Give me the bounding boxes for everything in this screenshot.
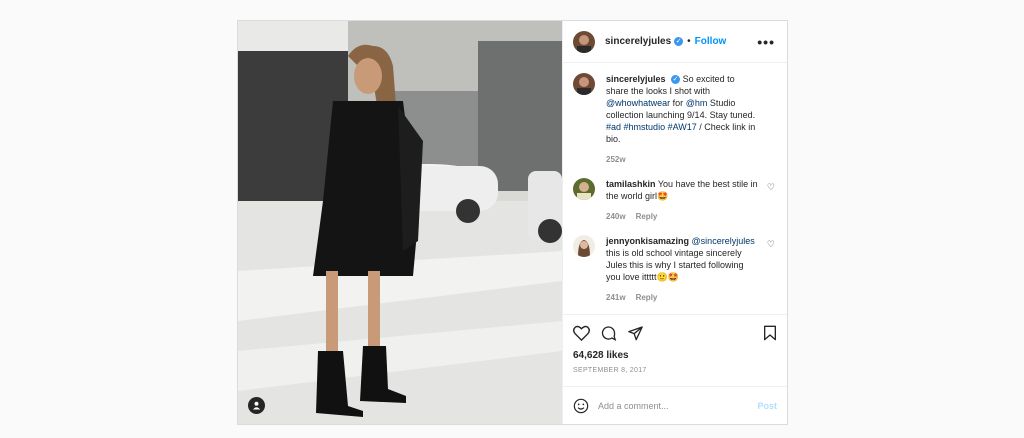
- verified-icon: ✓: [674, 37, 684, 46]
- comment-username[interactable]: jennyonkisamazing: [606, 236, 689, 246]
- comment-icon[interactable]: [600, 325, 617, 341]
- timestamp[interactable]: 240w: [606, 212, 626, 221]
- separator: •: [687, 36, 691, 47]
- post-username[interactable]: sincerelyjules: [605, 36, 671, 47]
- comment-meta: 252w: [606, 154, 758, 166]
- bookmark-icon[interactable]: [763, 325, 777, 341]
- post-comment-button[interactable]: Post: [757, 401, 777, 411]
- likes-count[interactable]: 64,628 likes: [573, 350, 777, 361]
- like-comment-heart-icon[interactable]: ♡: [767, 239, 775, 250]
- hashtag-link[interactable]: #ad: [606, 122, 621, 132]
- like-comment-heart-icon[interactable]: ♡: [767, 182, 775, 193]
- post-card: sincerelyjules ✓ • Follow ••• sincerelyj…: [237, 20, 788, 425]
- heart-icon[interactable]: [573, 325, 590, 341]
- reply-button[interactable]: Reply: [636, 293, 658, 302]
- mention-link[interactable]: @hm: [686, 98, 708, 108]
- avatar[interactable]: [573, 30, 595, 53]
- timestamp[interactable]: 241w: [606, 293, 626, 302]
- comment-meta: 240w Reply: [606, 211, 758, 223]
- comment-username[interactable]: tamilashkin: [606, 179, 656, 189]
- comment-text: tamilashkin You have the best stile in t…: [606, 178, 758, 223]
- mention-link[interactable]: @whowhatwear: [606, 98, 670, 108]
- post-side-panel: sincerelyjules ✓ • Follow ••• sincerelyj…: [562, 21, 787, 424]
- comment-text: jennyonkisamazing @sincerelyjules this i…: [606, 235, 758, 304]
- mention-link[interactable]: @sincerelyjules: [692, 236, 755, 246]
- comment-meta: 241w Reply: [606, 292, 758, 304]
- avatar[interactable]: [573, 178, 595, 200]
- reply-button[interactable]: Reply: [636, 212, 658, 221]
- avatar[interactable]: [573, 235, 595, 257]
- verified-icon: ✓: [671, 75, 681, 85]
- comment: jennyonkisamazing @sincerelyjules this i…: [573, 235, 775, 304]
- follow-button[interactable]: Follow: [695, 36, 727, 47]
- post-actions: 64,628 likes SEPTEMBER 8, 2017: [563, 314, 787, 386]
- hashtag-link[interactable]: #hmstudio: [624, 122, 666, 132]
- comments-list: sincerelyjules ✓ So excited to share the…: [563, 63, 787, 314]
- timestamp[interactable]: 252w: [606, 155, 626, 164]
- emoji-icon[interactable]: [573, 398, 589, 414]
- add-comment-bar: Add a comment... Post: [563, 386, 787, 424]
- post-date: SEPTEMBER 8, 2017: [573, 367, 647, 374]
- more-icon[interactable]: •••: [757, 34, 775, 50]
- post-photo[interactable]: [238, 21, 562, 424]
- caption-text-part: for: [670, 98, 686, 108]
- hashtag-link[interactable]: #AW17: [668, 122, 697, 132]
- caption-text: sincerelyjules ✓ So excited to share the…: [606, 73, 758, 166]
- action-icons: [573, 325, 777, 341]
- caption-username[interactable]: sincerelyjules: [606, 74, 666, 84]
- caption: sincerelyjules ✓ So excited to share the…: [573, 73, 775, 166]
- street-photo-illustration: [238, 21, 562, 424]
- comment-body: this is old school vintage sincerely Jul…: [606, 248, 744, 282]
- comment: tamilashkin You have the best stile in t…: [573, 178, 775, 223]
- user-tag-icon[interactable]: [248, 397, 265, 414]
- comment-input[interactable]: Add a comment...: [598, 401, 669, 411]
- avatar[interactable]: [573, 73, 595, 95]
- post-header: sincerelyjules ✓ • Follow •••: [563, 21, 787, 63]
- share-icon[interactable]: [627, 325, 644, 341]
